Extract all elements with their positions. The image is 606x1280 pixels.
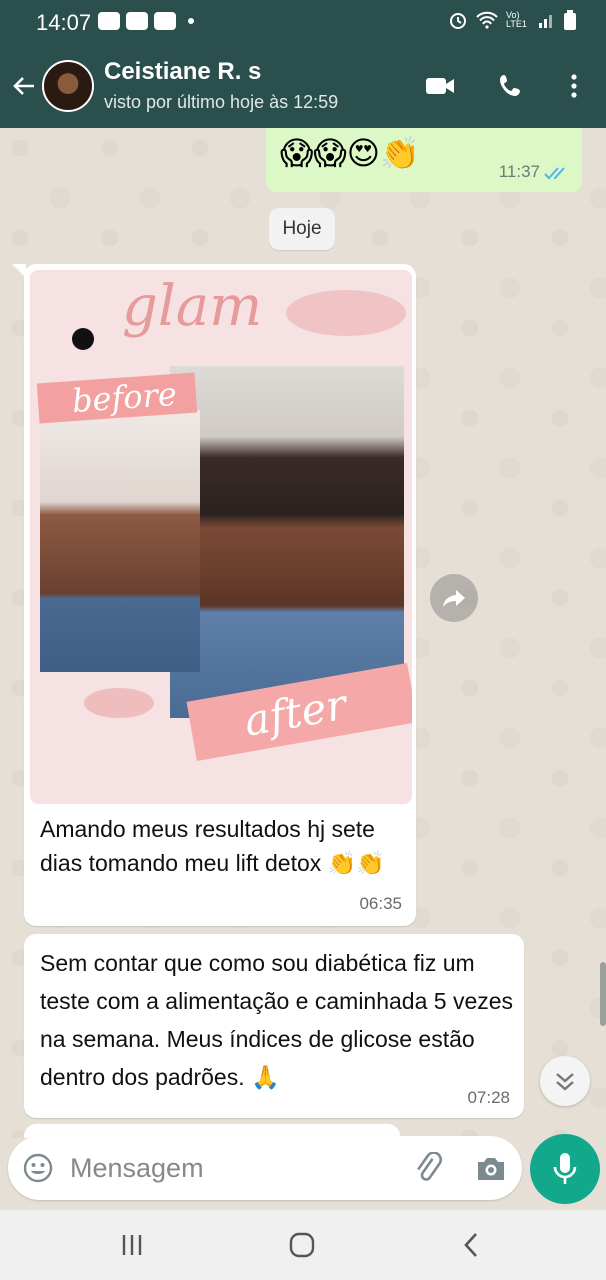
recent-apps-icon[interactable] — [112, 1230, 152, 1260]
contact-avatar[interactable] — [42, 60, 94, 112]
back-arrow-icon[interactable] — [10, 72, 38, 100]
voice-message-button[interactable] — [530, 1134, 600, 1204]
system-navigation-bar — [0, 1210, 606, 1280]
chat-area[interactable]: 😱😱😍👏 11:37 Hoje glam before after Amando… — [0, 128, 606, 1138]
forward-button[interactable] — [430, 574, 478, 622]
camera-icon[interactable] — [474, 1152, 508, 1184]
video-call-icon[interactable] — [424, 72, 456, 100]
photo-label-glam: glam — [122, 274, 263, 339]
date-separator: Hoje — [269, 208, 335, 250]
message-input[interactable] — [70, 1146, 390, 1190]
read-receipt-icon — [544, 167, 565, 180]
outgoing-message[interactable]: 😱😱😍👏 11:37 — [266, 128, 582, 192]
before-photo — [40, 410, 200, 672]
app-notification-icon — [126, 12, 148, 30]
lips-decoration — [84, 688, 154, 718]
back-nav-icon[interactable] — [452, 1230, 492, 1260]
alarm-icon — [450, 13, 466, 29]
message-emojis: 😱😱😍👏 — [280, 135, 420, 171]
incoming-image-message[interactable]: glam before after Amando meus resultados… — [24, 264, 416, 926]
status-bar: 14:07 Vo) LTE1 — [0, 0, 606, 44]
attach-icon[interactable] — [410, 1152, 444, 1184]
more-options-icon[interactable] — [560, 72, 588, 100]
chat-header: Ceistiane R. s visto por último hoje às … — [0, 44, 606, 128]
forward-icon — [443, 590, 465, 607]
signal-icon — [539, 15, 552, 28]
image-caption: Amando meus resultados hj sete dias toma… — [40, 816, 385, 876]
notification-icons — [98, 12, 194, 30]
system-status-icons: Vo) LTE1 — [448, 10, 576, 30]
youtube-icon — [98, 12, 120, 30]
ink-blot-decoration — [72, 328, 94, 350]
before-after-photo[interactable]: glam before after — [30, 270, 412, 804]
app-notification-icon — [154, 12, 176, 30]
message-time: 11:37 — [498, 162, 540, 181]
emoji-icon[interactable] — [22, 1152, 54, 1184]
after-photo — [170, 366, 404, 718]
double-chevron-down-icon — [556, 1073, 574, 1091]
incoming-text-message[interactable]: Sem contar que como sou diabética fiz um… — [24, 934, 524, 1118]
voice-call-icon[interactable] — [496, 72, 528, 100]
message-time: 06:35 — [359, 894, 402, 913]
message-composer — [8, 1136, 522, 1200]
last-seen-status[interactable]: visto por último hoje às 12:59 — [104, 92, 338, 113]
scroll-to-bottom-button[interactable] — [540, 1056, 590, 1106]
status-time: 14:07 — [36, 10, 92, 35]
network-label: Vo) LTE1 — [506, 10, 527, 29]
wifi-icon — [476, 11, 498, 29]
contact-name[interactable]: Ceistiane R. s — [104, 58, 261, 86]
message-time: 07:28 — [467, 1088, 510, 1107]
lips-decoration — [286, 290, 406, 336]
microphone-icon — [553, 1153, 577, 1184]
more-notifications-dot-icon — [188, 18, 194, 24]
message-text: Sem contar que como sou diabética fiz um… — [40, 950, 514, 1090]
battery-icon — [564, 10, 576, 30]
scrollbar[interactable] — [600, 962, 606, 1026]
home-icon[interactable] — [282, 1230, 322, 1260]
